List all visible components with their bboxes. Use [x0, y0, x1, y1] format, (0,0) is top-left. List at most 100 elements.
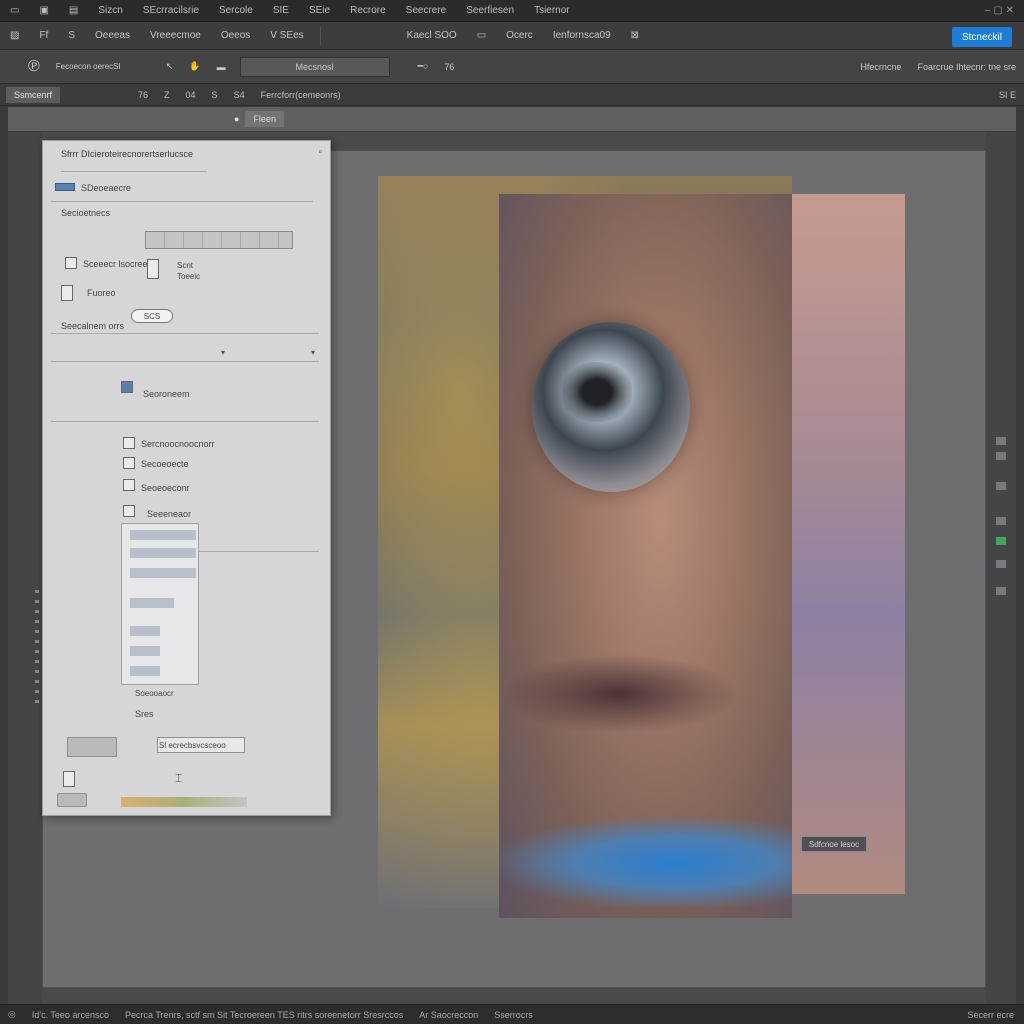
menu-item-6[interactable]: Seecrere — [396, 5, 457, 16]
options-right-1[interactable]: Foarcrue Ihtecnr: tne sre — [909, 62, 1024, 72]
toolbar-center-0[interactable]: Kaecl SOO — [397, 30, 467, 41]
main-toolbar: ▨ Ff S Oeeeas Vreeecmoe Oeeos V SEes Kae… — [0, 22, 1024, 50]
slider-icon[interactable]: ━○ — [410, 61, 437, 72]
grid-icon[interactable]: ▤ — [59, 5, 88, 16]
preset-row[interactable] — [130, 548, 196, 558]
menu-item-1[interactable]: SEcrracilsrie — [133, 5, 209, 16]
menu-item-5[interactable]: Recrore — [340, 5, 396, 16]
menu-item-2[interactable]: Sercole — [209, 5, 263, 16]
menu-item-0[interactable]: Sizcn — [88, 5, 132, 16]
tab-item-0[interactable]: 76 — [130, 90, 156, 100]
options-right-0[interactable]: Hfecrncne — [852, 62, 909, 72]
blue-region — [499, 818, 792, 908]
list-icon[interactable] — [123, 457, 135, 469]
rail-tool-icon[interactable] — [996, 437, 1006, 445]
preset-row[interactable] — [130, 568, 196, 578]
toolbar-center-1[interactable]: Ocerc — [496, 30, 543, 41]
adjust-icon[interactable] — [61, 285, 73, 301]
eye-icon[interactable]: ● — [234, 114, 239, 124]
brush-tool-icon[interactable]: ℗ — [20, 58, 48, 76]
preset-list[interactable] — [121, 523, 199, 685]
toggle-icon[interactable] — [55, 183, 75, 191]
toolbar-item-4[interactable]: Oeeos — [211, 30, 260, 41]
menu-item-3[interactable]: SIE — [263, 5, 299, 16]
rail-tool-icon[interactable] — [996, 560, 1006, 568]
divider — [51, 421, 319, 422]
list-item-1[interactable]: Secoeoecte — [141, 459, 189, 469]
list-caption: Soeooaocr — [135, 689, 174, 698]
panel-line1: Sceeecr lsocreen — [83, 259, 153, 269]
gradient-bar[interactable] — [121, 797, 247, 807]
toolbar-item-2[interactable]: Oeeeas — [85, 30, 140, 41]
preset-row[interactable] — [130, 646, 160, 656]
mode-dropdown[interactable]: Mecsnosl — [239, 56, 390, 77]
divider — [51, 201, 313, 202]
panel-close-icon[interactable]: ▫ — [318, 147, 322, 158]
tab-item-1[interactable]: Z — [156, 90, 178, 100]
tab-item-4[interactable]: S4 — [226, 90, 253, 100]
link-icon[interactable] — [147, 259, 159, 279]
layer-icon[interactable] — [65, 257, 77, 269]
right-layer-image[interactable] — [792, 194, 905, 894]
home-icon[interactable]: ▣ — [29, 5, 58, 16]
list-item-3[interactable]: Seeeneaor — [147, 509, 191, 519]
preset-row[interactable] — [130, 626, 160, 636]
label-s: Sres — [135, 709, 154, 719]
glass-lens-image — [532, 322, 690, 492]
chevron-down-icon[interactable]: ▾ — [311, 348, 315, 357]
crop-icon[interactable]: ⊠ — [621, 30, 649, 41]
tool-preset-label: Fecoecon oerecSI — [55, 62, 121, 71]
menu-item-8[interactable]: Tsiernor — [524, 5, 580, 16]
toolbar-item-0[interactable]: Ff — [29, 30, 58, 41]
preset-row[interactable] — [130, 666, 160, 676]
doc-icon[interactable] — [63, 771, 75, 787]
left-rail — [8, 132, 42, 1004]
rail-tool-icon[interactable] — [996, 452, 1006, 460]
chevron-down-icon[interactable]: ▾ — [221, 348, 225, 357]
toolbar-center-2[interactable]: Ienfornsca09 — [543, 30, 621, 41]
share-button[interactable]: Stcneckil — [952, 27, 1012, 47]
list-icon[interactable] — [123, 505, 135, 517]
window-controls-icon[interactable]: – ▢ ✕ — [985, 5, 1024, 16]
menu-bar: ▭ ▣ ▤ Sizcn SEcrracilsrie Sercole SIE SE… — [0, 0, 1024, 22]
rail-tool-icon[interactable] — [996, 482, 1006, 490]
divider — [319, 26, 321, 45]
ruler-slider[interactable] — [145, 231, 293, 249]
list-icon[interactable] — [123, 479, 135, 491]
menu-item-4[interactable]: SEie — [299, 5, 340, 16]
tab-item-3[interactable]: S — [204, 90, 226, 100]
toolbar-item-3[interactable]: Vreeecmoe — [140, 30, 211, 41]
preset-row[interactable] — [130, 598, 174, 608]
app-icon[interactable]: ▭ — [0, 5, 29, 16]
toolbar-item-1[interactable]: S — [58, 30, 85, 41]
rail-tool-icon[interactable] — [996, 517, 1006, 525]
folder-icon[interactable] — [57, 793, 87, 807]
arrow-icon[interactable]: ↖ — [158, 61, 182, 72]
list-item-0[interactable]: Sercnoocnoocnorr — [141, 439, 215, 449]
sub-toolbar: ● Fleen — [8, 107, 1016, 131]
rail-tool-icon[interactable] — [996, 587, 1006, 595]
image-thumb-icon[interactable] — [121, 381, 133, 393]
value-pill[interactable]: SCS — [131, 309, 173, 323]
tab-item-5[interactable]: Ferrcforr(cemeonrs) — [253, 90, 349, 100]
list-item-2[interactable]: Seoeoeconr — [141, 483, 190, 493]
list-icon[interactable] — [123, 437, 135, 449]
status-mid: Ar Saocreccon — [419, 1009, 479, 1020]
toolbar-item-5[interactable]: V SEes — [260, 30, 313, 41]
tab-item-2[interactable]: 04 — [178, 90, 204, 100]
preset-row[interactable] — [130, 530, 196, 540]
box-icon[interactable]: ▬ — [209, 62, 234, 72]
tab-right-label: SI E — [998, 89, 1016, 100]
filter-chip[interactable]: Fleen — [245, 111, 284, 127]
hand-icon[interactable]: ✋ — [181, 61, 208, 72]
rail-tool-icon[interactable] — [996, 537, 1006, 545]
face-layer-image[interactable] — [499, 194, 792, 918]
document-tab[interactable]: Ssmcenrf — [6, 86, 61, 103]
menu-item-7[interactable]: Seerfiesen — [456, 5, 524, 16]
canvas-tag: Sdfcnoe lesoc — [801, 836, 867, 852]
divider — [51, 333, 319, 334]
document-tab-bar: Ssmcenrf 76 Z 04 S S4 Ferrcforr(cemeonrs… — [0, 84, 1024, 106]
layers-icon[interactable]: ▭ — [467, 30, 496, 41]
swatch-box[interactable] — [67, 737, 117, 757]
status-mid2: Sserrocrs — [494, 1009, 533, 1020]
